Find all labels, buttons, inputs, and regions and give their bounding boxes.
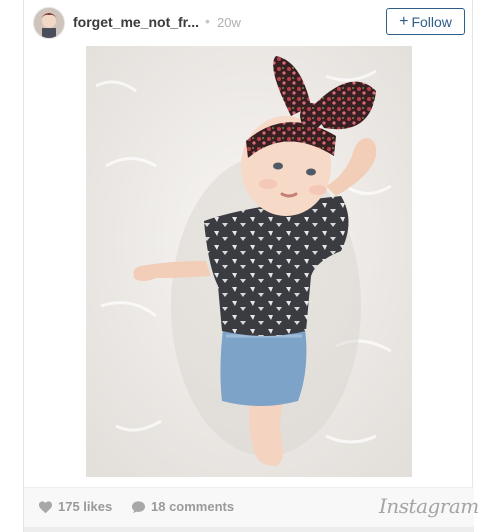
instagram-logo[interactable]: Instagram bbox=[379, 494, 479, 518]
card-bottom-border bbox=[24, 527, 474, 532]
comment-bubble-icon bbox=[131, 500, 146, 513]
separator-dot: • bbox=[205, 13, 210, 29]
follow-button[interactable]: + Follow bbox=[386, 8, 465, 35]
comments-label: 18 comments bbox=[151, 499, 235, 514]
post-footer: 175 likes 18 comments Instagram bbox=[24, 487, 479, 528]
avatar-image bbox=[34, 8, 64, 38]
follow-label: Follow bbox=[411, 13, 452, 30]
post-header: forget_me_not_fr... • 20w + Follow bbox=[24, 0, 474, 44]
likes-label: 175 likes bbox=[58, 499, 113, 514]
instagram-embed-card: forget_me_not_fr... • 20w + Follow 175 l… bbox=[23, 0, 479, 532]
comments-count[interactable]: 18 comments bbox=[131, 499, 234, 514]
avatar[interactable] bbox=[33, 7, 65, 39]
likes-count[interactable]: 175 likes bbox=[38, 499, 112, 514]
username-link[interactable]: forget_me_not_fr... bbox=[73, 14, 199, 30]
baby-photo-illustration bbox=[86, 46, 412, 477]
post-time[interactable]: 20w bbox=[217, 15, 241, 30]
plus-icon: + bbox=[399, 12, 409, 30]
heart-icon bbox=[38, 500, 53, 513]
post-photo[interactable] bbox=[86, 46, 412, 477]
